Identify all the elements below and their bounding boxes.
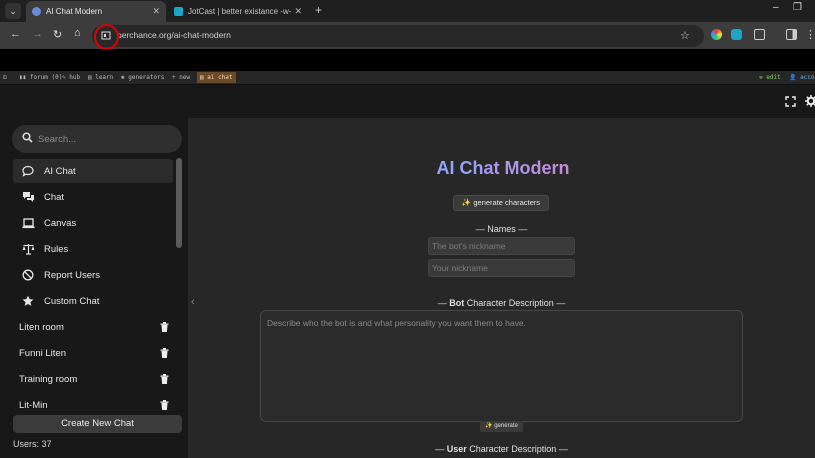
sidebar-item-report-users[interactable]: Report Users <box>13 263 173 287</box>
close-tab-icon[interactable]: ✕ <box>294 6 302 17</box>
url-text: perchance.org/ai-chat-modern <box>117 30 231 40</box>
nav-edit[interactable]: ⚒ edit <box>759 74 781 81</box>
trash-icon[interactable] <box>160 374 169 384</box>
perchance-nav-bar: ⊡ ▮▮ forum (0) ✎ hub ▤ learn ✱ generator… <box>0 71 815 85</box>
back-icon[interactable]: ← <box>10 28 21 40</box>
extensions-puzzle-icon[interactable] <box>754 29 765 40</box>
room-item[interactable]: Funni Liten <box>13 342 173 364</box>
side-panel-icon[interactable] <box>786 29 797 40</box>
create-new-chat-button[interactable]: Create New Chat <box>13 415 182 433</box>
sidebar-scrollbar[interactable] <box>176 158 182 413</box>
new-tab-button[interactable]: + <box>315 3 322 17</box>
nav-new[interactable]: + new <box>172 74 190 81</box>
bot-description-label: — Bot Character Description — <box>437 298 566 308</box>
minimize-icon[interactable]: – <box>773 2 779 13</box>
chat-bubbles-icon <box>21 190 35 204</box>
sidebar-item-custom-chat[interactable]: Custom Chat <box>13 289 173 313</box>
sidebar-item-chat[interactable]: Chat <box>13 185 173 209</box>
room-item[interactable]: Training room <box>13 368 173 390</box>
sidebar-scrollbar-thumb[interactable] <box>176 158 182 248</box>
nav-forum[interactable]: ▮▮ forum (0) <box>19 74 62 81</box>
settings-gear-icon[interactable] <box>805 95 815 107</box>
bot-nickname-input[interactable]: The bot's nickname <box>428 237 575 255</box>
address-bar[interactable]: perchance.org/ai-chat-modern ☆ <box>92 25 704 47</box>
browser-toolbar: ← → ↻ ⌂ perchance.org/ai-chat-modern ☆ ⋮ <box>0 22 815 49</box>
scales-icon <box>21 242 35 256</box>
trash-icon[interactable] <box>160 322 169 332</box>
perchance-favicon-icon <box>32 7 41 16</box>
color-extension-icon[interactable] <box>711 29 722 40</box>
browser-tab-strip: ⌄ AI Chat Modern ✕ JotCast | better exis… <box>0 0 815 22</box>
nav-ai-chat[interactable]: ▤ ai chat <box>197 72 236 83</box>
menu-dots-icon[interactable]: ⋮ <box>805 28 815 41</box>
bot-description-textarea[interactable]: Describe who the bot is and what persona… <box>260 310 743 422</box>
jotcast-extension-icon[interactable] <box>731 29 742 40</box>
page-top-band <box>0 49 815 71</box>
user-description-label: — User Character Description — <box>435 444 568 454</box>
sidebar-item-ai-chat[interactable]: AI Chat <box>13 159 173 183</box>
users-count: Users: 37 <box>13 439 52 449</box>
forward-icon[interactable]: → <box>32 28 43 40</box>
room-item[interactable]: Lit-Min <box>13 394 173 416</box>
sidebar: Search... AI Chat Chat Canvas Rules Repo… <box>0 118 188 458</box>
laptop-icon <box>21 216 35 230</box>
app-header <box>0 85 815 118</box>
search-icon <box>22 132 33 143</box>
trash-icon[interactable] <box>160 348 169 358</box>
room-item[interactable]: Liten room <box>13 316 173 338</box>
block-icon <box>21 268 35 282</box>
your-nickname-input[interactable]: Your nickname <box>428 259 575 277</box>
names-section-label: — Names — <box>475 224 528 234</box>
restore-icon[interactable]: ❐ <box>793 2 802 13</box>
home-icon[interactable]: ⌂ <box>74 27 81 39</box>
fullscreen-icon[interactable] <box>785 96 796 107</box>
generate-button[interactable]: ✨ generate <box>480 421 523 432</box>
star-icon <box>21 294 35 308</box>
browser-tab[interactable]: JotCast | better existance -w- | ✕ <box>168 1 308 22</box>
trash-icon[interactable] <box>160 400 169 410</box>
sidebar-item-canvas[interactable]: Canvas <box>13 211 173 235</box>
generate-characters-button[interactable]: ✨ generate characters <box>453 195 549 211</box>
nav-account[interactable]: 👤 account <box>789 74 815 81</box>
main-panel: ‹ AI Chat Modern ✨ generate characters —… <box>188 118 815 458</box>
jotcast-favicon-icon <box>174 7 183 16</box>
perchance-menu-icon[interactable]: ⊡ <box>3 74 7 81</box>
search-input[interactable]: Search... <box>12 125 182 153</box>
sidebar-item-rules[interactable]: Rules <box>13 237 173 261</box>
annotation-red-circle <box>94 24 119 50</box>
browser-tab-active[interactable]: AI Chat Modern ✕ <box>26 1 166 22</box>
reload-icon[interactable]: ↻ <box>53 28 62 41</box>
bookmark-star-icon[interactable]: ☆ <box>680 29 690 42</box>
close-tab-icon[interactable]: ✕ <box>152 6 160 17</box>
nav-generators[interactable]: ✱ generators <box>121 74 164 81</box>
page-title: AI Chat Modern <box>436 158 570 178</box>
speech-bubble-icon <box>21 164 35 178</box>
nav-hub[interactable]: ✎ hub <box>62 74 80 81</box>
tab-search-button[interactable]: ⌄ <box>5 3 21 19</box>
nav-learn[interactable]: ▤ learn <box>88 74 113 81</box>
